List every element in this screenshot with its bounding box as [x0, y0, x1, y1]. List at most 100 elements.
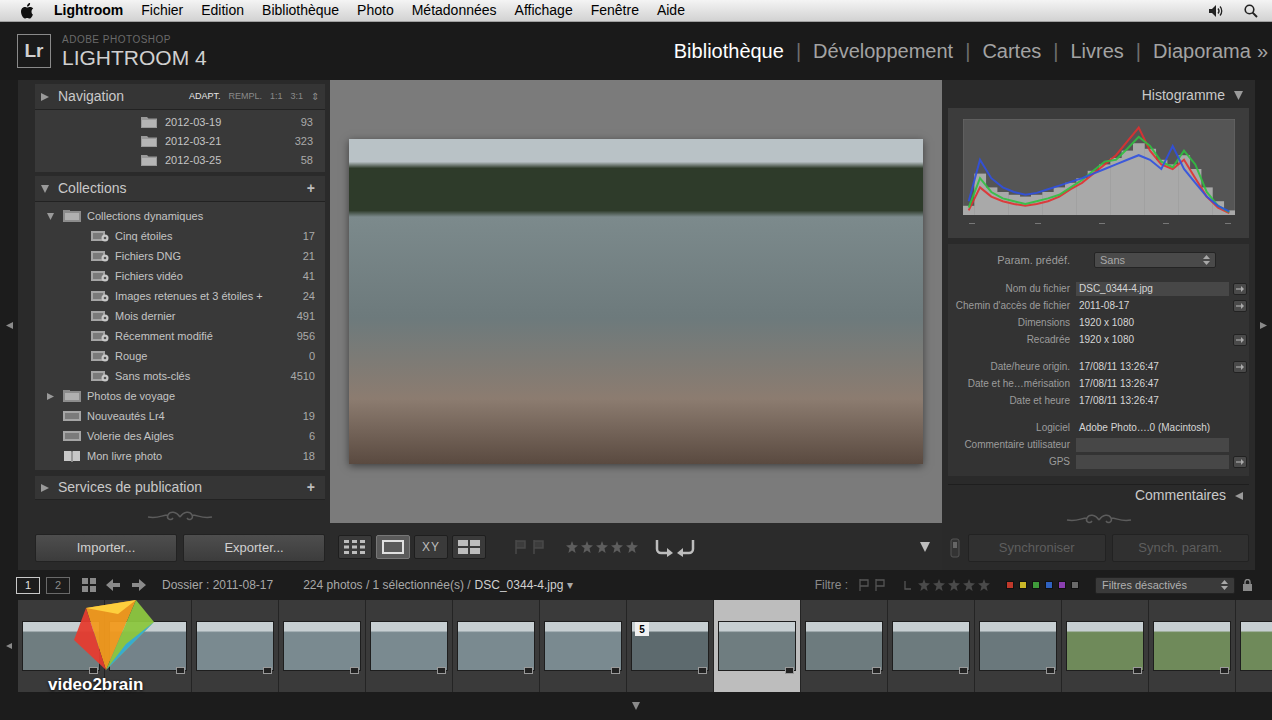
metadata-action[interactable]	[1233, 456, 1247, 468]
filmstrip-thumbnail[interactable]	[105, 600, 192, 692]
folder-row[interactable]: 2012-03-21323	[35, 132, 325, 151]
color-label-swatch[interactable]	[1058, 581, 1066, 589]
left-panel-toggle[interactable]	[0, 80, 18, 570]
filmstrip-scroll-left[interactable]	[0, 600, 18, 692]
grid-view-icon[interactable]	[82, 578, 96, 592]
module-tab[interactable]: Livres	[1070, 36, 1123, 66]
disclosure-icon[interactable]	[1234, 91, 1243, 100]
zoom-option[interactable]: REMPL.	[228, 90, 262, 104]
collapse-right-icon[interactable]	[1260, 322, 1267, 329]
disclosure-icon[interactable]	[41, 185, 49, 193]
collection-row[interactable]: Images retenues et 3 étoiles +24	[35, 286, 325, 306]
disclosure-icon[interactable]	[41, 484, 49, 492]
star-icon[interactable]	[626, 541, 638, 553]
collection-row[interactable]: Fichiers DNG21	[35, 246, 325, 266]
collection-row[interactable]: Cinq étoiles17	[35, 226, 325, 246]
collection-row[interactable]: Mois dernier491	[35, 306, 325, 326]
disclosure[interactable]	[47, 206, 63, 226]
disclosure[interactable]	[47, 386, 63, 406]
filter-preset-select[interactable]: Filtres désactivés	[1095, 577, 1235, 594]
star-icon[interactable]	[948, 579, 960, 591]
filmstrip-thumbnail[interactable]	[279, 600, 366, 692]
lock-icon[interactable]	[1243, 579, 1252, 591]
metadata-action[interactable]	[1233, 300, 1247, 312]
collection-row[interactable]: Collections dynamiques	[35, 206, 325, 226]
metadata-value[interactable]	[1076, 455, 1229, 469]
star-icon[interactable]	[918, 579, 930, 591]
import-button[interactable]: Importer...	[35, 534, 177, 562]
collection-row[interactable]: Nouveautés Lr419	[35, 406, 325, 426]
sync-switch-icon[interactable]	[948, 534, 962, 562]
color-label-swatch[interactable]	[1071, 581, 1079, 589]
color-label-swatch[interactable]	[1006, 581, 1014, 589]
filmstrip-thumbnail[interactable]	[18, 600, 105, 692]
collection-row[interactable]: Rouge0	[35, 346, 325, 366]
rating-filter[interactable]	[904, 579, 990, 591]
folder-row[interactable]: 2012-03-1993	[35, 113, 325, 132]
star-rating[interactable]	[566, 541, 638, 553]
collections-header[interactable]: Collections+	[35, 176, 325, 202]
volume-icon[interactable]	[1208, 4, 1224, 18]
metadata-action[interactable]	[1233, 283, 1247, 295]
metadata-value[interactable]	[1076, 438, 1229, 452]
zoom-menu-button[interactable]: ⇕	[311, 89, 319, 104]
comments-header[interactable]: Commentaires	[948, 484, 1249, 506]
loupe-view-button[interactable]	[376, 535, 410, 559]
metadata-action[interactable]	[1233, 361, 1247, 373]
zoom-option[interactable]: 3:1	[290, 90, 303, 104]
star-icon[interactable]	[933, 579, 945, 591]
module-tab[interactable]: Bibliothèque	[674, 36, 784, 66]
menu-item[interactable]: Bibliothèque	[253, 0, 348, 21]
filmstrip-thumbnail[interactable]: 5	[627, 600, 714, 692]
disclosure-icon[interactable]	[41, 93, 49, 101]
menu-item[interactable]: Aide	[648, 0, 694, 21]
source-label[interactable]: Dossier : 2011-08-17	[162, 576, 273, 594]
collection-row[interactable]: Volerie des Aigles6	[35, 426, 325, 446]
menu-item[interactable]: Photo	[348, 0, 403, 21]
compare-view-button[interactable]: XY	[414, 535, 448, 559]
screen-button[interactable]: 2	[46, 577, 70, 594]
filmstrip-thumbnail[interactable]	[801, 600, 888, 692]
menu-item[interactable]: Fenêtre	[582, 0, 648, 21]
menu-item[interactable]: Edition	[192, 0, 253, 21]
filmstrip-thumbnail[interactable]	[453, 600, 540, 692]
stack-count-badge[interactable]: 5	[635, 622, 649, 636]
publish-header[interactable]: Services de publication+	[35, 476, 325, 500]
color-label-swatch[interactable]	[1032, 581, 1040, 589]
star-icon[interactable]	[978, 579, 990, 591]
metadata-action[interactable]	[1233, 334, 1247, 346]
filmstrip-toggle[interactable]	[0, 692, 1272, 720]
more-modules-button[interactable]: »	[1257, 36, 1268, 66]
filmstrip-thumbnail[interactable]	[714, 600, 801, 692]
color-label-swatch[interactable]	[1019, 581, 1027, 589]
preset-select[interactable]: Sans	[1094, 252, 1216, 268]
zoom-option[interactable]: ADAPT.	[189, 90, 221, 104]
filmstrip-thumbnail[interactable]	[540, 600, 627, 692]
filmstrip-thumbnail[interactable]	[1236, 600, 1272, 692]
file-menu-button[interactable]: ▾	[567, 576, 573, 594]
module-tab[interactable]: Développement	[813, 36, 953, 66]
search-icon[interactable]	[1244, 4, 1258, 18]
star-icon[interactable]	[581, 541, 593, 553]
filmstrip-thumbnail[interactable]	[366, 600, 453, 692]
disclosure-icon[interactable]	[1235, 492, 1243, 500]
filmstrip-thumbnail[interactable]	[888, 600, 975, 692]
collection-row[interactable]: Photos de voyage	[35, 386, 325, 406]
menu-item[interactable]: Lightroom	[45, 0, 132, 21]
star-icon[interactable]	[596, 541, 608, 553]
rotate-icon[interactable]	[652, 537, 698, 557]
selected-file[interactable]: DSC_0344-4.jpg	[475, 576, 564, 594]
menu-item[interactable]: Fichier	[132, 0, 192, 21]
filmstrip-thumbnail[interactable]	[1149, 600, 1236, 692]
navigation-arrows-icon[interactable]	[106, 579, 146, 591]
menu-item[interactable]: Métadonnées	[403, 0, 506, 21]
filmstrip-thumbnail[interactable]	[192, 600, 279, 692]
zoom-option[interactable]: 1:1	[270, 90, 283, 104]
apple-icon[interactable]	[20, 3, 34, 19]
collection-row[interactable]: Sans mots-clés4510	[35, 366, 325, 386]
collapse-filmstrip-icon[interactable]	[632, 702, 640, 710]
collapse-left-icon[interactable]	[6, 322, 13, 329]
flag-icon[interactable]	[512, 539, 552, 555]
color-label-swatch[interactable]	[1045, 581, 1053, 589]
add-collection-button[interactable]: +	[307, 178, 315, 199]
